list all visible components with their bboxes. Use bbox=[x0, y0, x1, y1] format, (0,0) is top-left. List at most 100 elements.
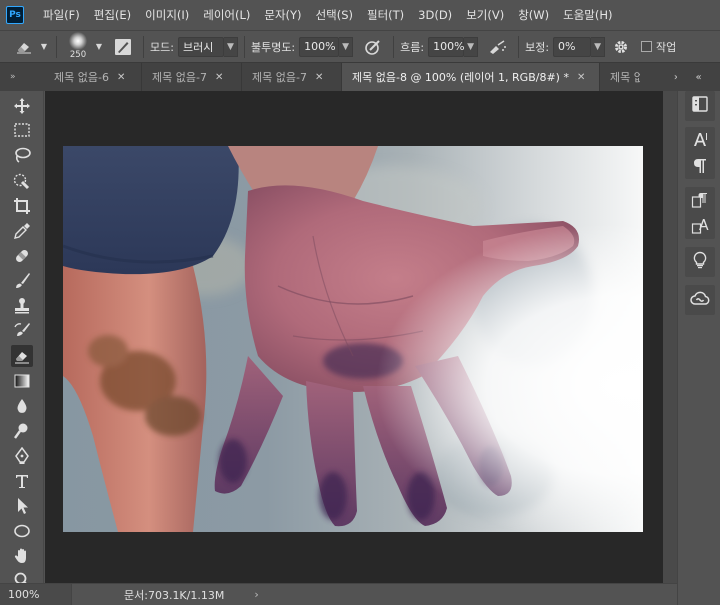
divider bbox=[243, 35, 245, 58]
brush-settings-icon[interactable] bbox=[109, 35, 137, 59]
document-size-info: 문서:703.1K/1.13M bbox=[124, 588, 225, 602]
tab-document-8-active[interactable]: 제목 없음-8 @ 100% (레이어 1, RGB/8#) * ✕ bbox=[342, 63, 600, 91]
chevron-down-icon[interactable]: ▼ bbox=[464, 36, 479, 57]
gradient-tool-icon[interactable] bbox=[11, 370, 33, 392]
menu-image[interactable]: 이미지(I) bbox=[138, 7, 196, 23]
tab-label: 제목 없 bbox=[610, 71, 640, 84]
chevron-down-icon[interactable]: ▼ bbox=[38, 42, 50, 51]
zoom-value: 100% bbox=[8, 588, 40, 601]
path-selection-tool-icon[interactable] bbox=[11, 495, 33, 517]
tab-document-7b[interactable]: 제목 없음-7 ✕ bbox=[242, 63, 342, 91]
vertical-scrollbar[interactable] bbox=[663, 91, 677, 583]
history-panel-icon[interactable] bbox=[685, 91, 715, 117]
opacity-value: 100% bbox=[304, 40, 336, 53]
tab-document-6[interactable]: 제목 없음-6 ✕ bbox=[44, 63, 142, 91]
mode-label: 모드: bbox=[150, 40, 174, 54]
task-checkbox[interactable] bbox=[641, 41, 653, 52]
crop-tool-icon[interactable] bbox=[11, 195, 33, 217]
close-icon[interactable]: ✕ bbox=[215, 72, 223, 83]
marquee-tool-icon[interactable] bbox=[11, 119, 33, 141]
mode-select[interactable]: 브러시 bbox=[177, 36, 224, 57]
chevron-down-icon[interactable]: ▼ bbox=[223, 36, 238, 57]
panel-group-libraries bbox=[685, 285, 715, 315]
tab-document-7a[interactable]: 제목 없음-7 ✕ bbox=[142, 63, 242, 91]
zoom-level-field[interactable]: 100% bbox=[0, 583, 72, 605]
mode-value: 브러시 bbox=[182, 40, 214, 54]
chevron-down-icon[interactable]: ▼ bbox=[339, 36, 354, 57]
creative-cloud-libraries-icon[interactable] bbox=[685, 285, 715, 311]
clone-stamp-tool-icon[interactable] bbox=[11, 295, 33, 317]
pen-tool-icon[interactable] bbox=[11, 445, 33, 467]
lightbulb-icon[interactable] bbox=[685, 247, 715, 273]
panel-group-type bbox=[685, 127, 715, 179]
type-tool-icon[interactable] bbox=[11, 470, 33, 492]
chevron-down-icon[interactable]: ▼ bbox=[93, 42, 105, 51]
smoothing-value: 0% bbox=[558, 40, 576, 53]
brush-size-value: 250 bbox=[69, 49, 87, 60]
menu-type[interactable]: 문자(Y) bbox=[257, 7, 308, 23]
lasso-tool-icon[interactable] bbox=[11, 144, 33, 166]
flow-value: 100% bbox=[433, 40, 465, 53]
brush-tool-icon[interactable] bbox=[11, 270, 33, 292]
eraser-tool-preset-icon[interactable] bbox=[10, 35, 38, 59]
close-icon[interactable]: ✕ bbox=[577, 72, 585, 83]
chevron-down-icon[interactable]: ▼ bbox=[591, 36, 606, 57]
divider bbox=[393, 35, 395, 58]
panel-dock bbox=[677, 91, 720, 605]
tab-label: 제목 없음-8 @ 100% (레이어 1, RGB/8#) * bbox=[352, 71, 569, 84]
blur-tool-icon[interactable] bbox=[11, 395, 33, 417]
brush-preset-picker[interactable]: 250 bbox=[63, 31, 93, 62]
eraser-tool-icon[interactable] bbox=[11, 345, 33, 367]
move-tool-icon[interactable] bbox=[11, 95, 33, 117]
collapse-toolbar-icon[interactable]: » bbox=[0, 63, 44, 91]
divider bbox=[518, 35, 520, 58]
panel-group-history bbox=[685, 91, 715, 121]
divider bbox=[143, 35, 144, 58]
soft-brush-icon bbox=[69, 31, 87, 50]
menu-file[interactable]: 파일(F) bbox=[36, 7, 87, 23]
menu-layer[interactable]: 레이어(L) bbox=[196, 7, 257, 23]
menu-bar: Ps 파일(F) 편집(E) 이미지(I) 레이어(L) 문자(Y) 선택(S)… bbox=[0, 0, 720, 30]
menu-filter[interactable]: 필터(T) bbox=[360, 7, 411, 23]
gear-icon[interactable] bbox=[609, 35, 633, 59]
close-icon[interactable]: ✕ bbox=[117, 72, 125, 83]
smoothing-input[interactable]: 0% bbox=[553, 36, 592, 57]
pressure-opacity-icon[interactable] bbox=[359, 35, 387, 59]
menu-select[interactable]: 선택(S) bbox=[309, 7, 360, 23]
dodge-tool-icon[interactable] bbox=[11, 420, 33, 442]
panel-group-learn bbox=[685, 247, 715, 277]
status-menu-arrow-icon[interactable]: › bbox=[254, 588, 258, 601]
tab-label: 제목 없음-7 bbox=[252, 71, 307, 84]
hand-tool-icon[interactable] bbox=[11, 545, 33, 567]
paragraph-panel-icon[interactable] bbox=[685, 153, 715, 179]
healing-brush-tool-icon[interactable] bbox=[11, 245, 33, 267]
history-brush-tool-icon[interactable] bbox=[11, 320, 33, 342]
hand-photo bbox=[63, 146, 643, 532]
tab-label: 제목 없음-7 bbox=[152, 71, 207, 84]
menu-window[interactable]: 창(W) bbox=[511, 7, 556, 23]
flow-label: 흐름: bbox=[400, 40, 425, 54]
opacity-label: 불투명도: bbox=[250, 40, 296, 54]
menu-edit[interactable]: 편집(E) bbox=[87, 7, 138, 23]
collapse-panels-icon[interactable]: « bbox=[677, 63, 720, 91]
paragraph-styles-panel-icon[interactable] bbox=[685, 187, 715, 213]
airbrush-icon[interactable] bbox=[484, 35, 512, 59]
options-bar: ▼ 250 ▼ 모드: 브러시 ▼ 불투명도: 100% ▼ 흐름: 100% … bbox=[0, 30, 720, 63]
ellipse-tool-icon[interactable] bbox=[11, 520, 33, 542]
divider bbox=[56, 35, 57, 58]
flow-input[interactable]: 100% bbox=[428, 36, 465, 57]
opacity-input[interactable]: 100% bbox=[299, 36, 340, 57]
menu-help[interactable]: 도움말(H) bbox=[556, 7, 619, 23]
document-image[interactable] bbox=[63, 146, 643, 532]
quick-selection-tool-icon[interactable] bbox=[11, 170, 33, 192]
eyedropper-tool-icon[interactable] bbox=[11, 220, 33, 242]
close-icon[interactable]: ✕ bbox=[315, 72, 323, 83]
character-styles-panel-icon[interactable] bbox=[685, 213, 715, 239]
character-panel-icon[interactable] bbox=[685, 127, 715, 153]
tab-document-overflow[interactable]: 제목 없 bbox=[600, 63, 640, 91]
menu-3d[interactable]: 3D(D) bbox=[411, 8, 459, 22]
canvas-area[interactable] bbox=[45, 91, 663, 583]
tools-panel bbox=[0, 91, 44, 591]
photoshop-logo-icon[interactable]: Ps bbox=[6, 6, 24, 24]
menu-view[interactable]: 보기(V) bbox=[459, 7, 511, 23]
